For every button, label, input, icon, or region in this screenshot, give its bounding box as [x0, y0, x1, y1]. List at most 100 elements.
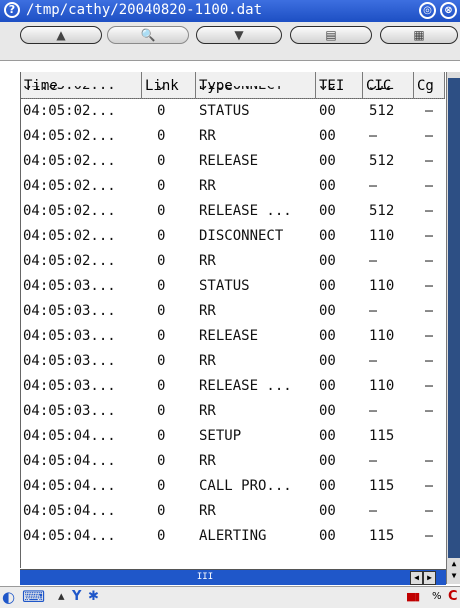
minimize-icon[interactable]: ◎ — [419, 2, 436, 19]
cell-tei: 00 — [319, 103, 336, 119]
cell-link: 0 — [157, 228, 166, 244]
cell-tei: 00 — [319, 153, 336, 169]
table-row[interactable]: 04:05:02... 0 RELEASE ... 00 512 – — [21, 199, 445, 224]
table-row[interactable]: 04:05:03... 0 RR 00 – – — [21, 399, 445, 424]
cell-cg: – — [425, 378, 434, 394]
cell-cg: – — [425, 328, 434, 344]
cell-tei: 00 — [319, 353, 336, 369]
cell-cic: – — [369, 453, 378, 469]
scroll-right-icon[interactable]: ▶ — [423, 571, 436, 585]
cell-type: SETUP — [199, 428, 242, 444]
chevron-up-icon: ▲ — [56, 28, 66, 42]
cell-time: 04:05:03... — [23, 278, 116, 294]
network-icon[interactable]: ▴ — [58, 589, 65, 605]
table-row[interactable]: 04:05:02... 0 RR 00 – – — [21, 249, 445, 274]
cell-cic: – — [369, 303, 378, 319]
table-row[interactable]: 04:05:03... 0 RR 00 – – — [21, 349, 445, 374]
cell-type: RELEASE ... — [199, 378, 292, 394]
cell-cg: – — [425, 86, 433, 98]
cell-type: RR — [199, 253, 216, 269]
table-row[interactable]: 04:05:03... 0 RR 00 – – — [21, 299, 445, 324]
horizontal-scroll-grip[interactable]: III — [190, 570, 220, 585]
table-body: 04:05:02... 0 DISCONNECT 00 512 – 04:05:… — [21, 86, 445, 549]
table-row[interactable]: 04:05:04... 0 SETUP 00 115 — [21, 424, 445, 449]
cell-link: 0 — [157, 303, 166, 319]
table-row[interactable]: 04:05:04... 0 ALERTING 00 115 – — [21, 524, 445, 549]
down-arrow-button[interactable]: ▼ — [196, 26, 282, 44]
left-margin — [0, 72, 20, 584]
power-icon[interactable]: C — [448, 589, 458, 605]
cell-cic: 110 — [369, 228, 395, 244]
cell-cg: – — [425, 503, 434, 519]
cell-link: 0 — [157, 403, 166, 419]
cell-tei: 00 — [319, 203, 336, 219]
cell-type: RR — [199, 453, 216, 469]
cell-type: DISCONNECT — [199, 86, 283, 98]
cell-link: 0 — [157, 353, 166, 369]
cell-cic: 512 — [369, 86, 394, 98]
cell-time: 04:05:04... — [23, 428, 116, 444]
table-row[interactable]: 04:05:03... 0 RELEASE 00 110 – — [21, 324, 445, 349]
cell-link: 0 — [157, 178, 166, 194]
vertical-scrollbar[interactable]: ▲ ▼ — [446, 72, 460, 584]
cell-cg: – — [425, 103, 434, 119]
vertical-scroll-thumb[interactable] — [448, 78, 460, 558]
cell-cic: – — [369, 403, 378, 419]
cell-type: RR — [199, 353, 216, 369]
scroll-up-icon[interactable]: ▲ — [447, 558, 460, 570]
cell-link: 0 — [157, 253, 166, 269]
cell-tei: 00 — [319, 378, 336, 394]
export-button[interactable]: ▦ — [380, 26, 458, 44]
save-button[interactable]: ▤ — [290, 26, 372, 44]
horizontal-scrollbar[interactable]: III ◀ ▶ — [20, 569, 446, 585]
up-arrow-button[interactable]: ▲ — [20, 26, 102, 44]
search-button[interactable]: 🔍 — [107, 26, 189, 44]
cell-tei: 00 — [319, 228, 336, 244]
cell-type: RR — [199, 178, 216, 194]
table-row[interactable]: 04:05:02... 0 DISCONNECT 00 110 – — [21, 224, 445, 249]
scroll-down-icon[interactable]: ▼ — [447, 570, 460, 582]
cell-time: 04:05:03... — [23, 403, 116, 419]
cell-cic: – — [369, 503, 378, 519]
battery-icon: ▮▮▮ — [406, 590, 420, 603]
cell-time: 04:05:02... — [23, 153, 116, 169]
help-icon[interactable]: ? — [4, 2, 20, 18]
cell-cg: – — [425, 278, 434, 294]
signal-icon[interactable]: Y — [72, 589, 81, 605]
cell-time: 04:05:03... — [23, 353, 116, 369]
cell-cic: 512 — [369, 203, 395, 219]
table-row[interactable]: 04:05:03... 0 RELEASE ... 00 110 – — [21, 374, 445, 399]
table-row[interactable]: 04:05:04... 0 CALL PRO... 00 115 – — [21, 474, 445, 499]
cell-type: RR — [199, 503, 216, 519]
battery-percent-label: % — [432, 591, 442, 602]
cell-link: 0 — [157, 478, 166, 494]
cell-cic: 512 — [369, 153, 395, 169]
table-row[interactable]: 04:05:02... 0 RR 00 – – — [21, 174, 445, 199]
cell-cic: – — [369, 178, 378, 194]
table-row[interactable]: 04:05:02... 0 RELEASE 00 512 – — [21, 149, 445, 174]
cell-cic: 115 — [369, 478, 395, 494]
start-icon[interactable]: ◐ — [2, 589, 15, 605]
table-row[interactable]: 04:05:03... 0 STATUS 00 110 – — [21, 274, 445, 299]
cell-cg: – — [425, 203, 434, 219]
cell-type: DISCONNECT — [199, 228, 284, 244]
cell-link: 0 — [157, 328, 166, 344]
table-row[interactable]: 04:05:02... 0 RR 00 – – — [21, 124, 445, 149]
table-row[interactable]: 04:05:04... 0 RR 00 – – — [21, 449, 445, 474]
cell-cic: 110 — [369, 278, 395, 294]
table-row[interactable]: 04:05:02... 0 DISCONNECT 00 512 – — [21, 86, 445, 98]
table-row[interactable]: 04:05:04... 0 RR 00 – – — [21, 499, 445, 524]
cell-type: RR — [199, 303, 216, 319]
cell-link: 0 — [157, 378, 166, 394]
close-icon[interactable]: ⊗ — [440, 2, 457, 19]
tools-icon[interactable]: ✱ — [88, 589, 99, 605]
cell-time: 04:05:02... — [23, 86, 116, 98]
cell-time: 04:05:04... — [23, 503, 116, 519]
cell-cg: – — [425, 353, 434, 369]
export-icon: ▦ — [413, 28, 425, 42]
scroll-left-icon[interactable]: ◀ — [410, 571, 423, 585]
title-bar: ? /tmp/cathy/20040820-1100.dat ◎ ⊗ — [0, 0, 460, 22]
cell-tei: 00 — [319, 278, 336, 294]
table-row[interactable]: 04:05:02... 0 STATUS 00 512 – — [21, 99, 445, 124]
keyboard-icon[interactable]: ⌨ — [22, 589, 45, 605]
